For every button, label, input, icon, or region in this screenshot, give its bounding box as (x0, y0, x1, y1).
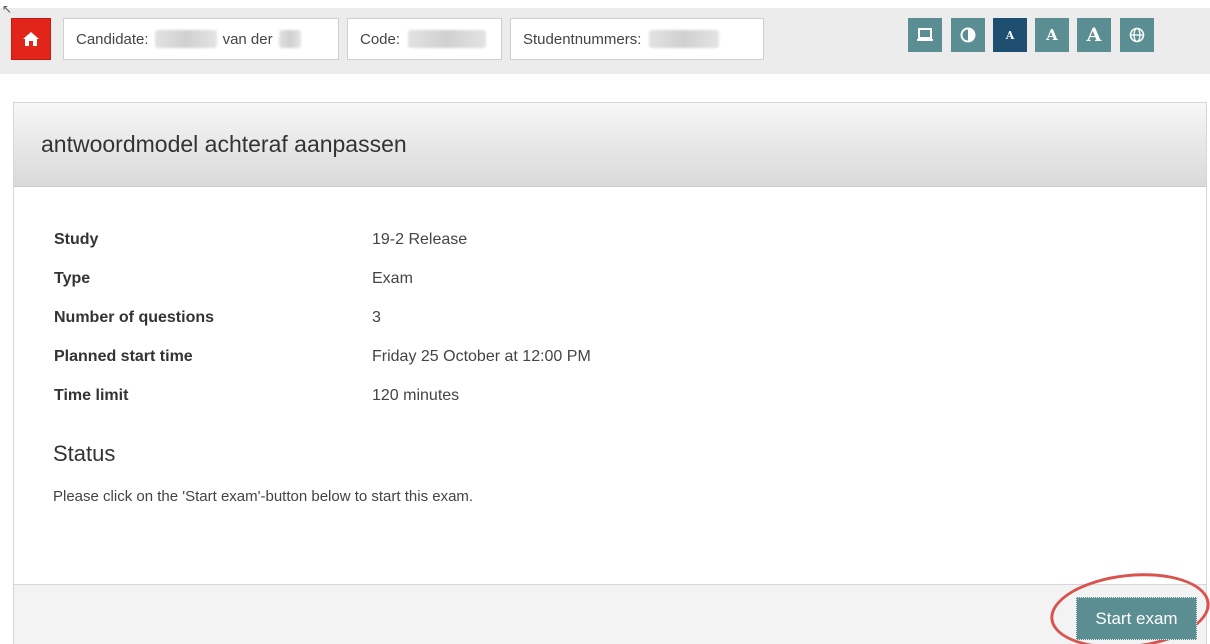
redacted-first-name (154, 30, 217, 48)
status-heading: Status (53, 441, 116, 466)
detail-value: 19-2 Release (372, 231, 468, 248)
detail-row-study: Study 19-2 Release (54, 231, 591, 270)
home-button[interactable] (11, 18, 51, 60)
font-size-large-button[interactable]: A (1077, 18, 1111, 52)
candidate-label: Candidate: (76, 30, 149, 48)
font-size-small-button[interactable]: A (993, 18, 1027, 52)
detail-row-number-of-questions: Number of questions 3 (54, 309, 591, 348)
font-size-small-icon: A (1005, 28, 1015, 42)
detail-row-type: Type Exam (54, 270, 591, 309)
top-bar: ↖ Candidate: van der Code: Studentnummer… (0, 0, 1210, 82)
detail-label: Study (54, 231, 99, 248)
exam-details: Study 19-2 Release Type Exam Number of q… (54, 231, 591, 426)
screen-mode-icon (917, 28, 933, 41)
screen-mode-button[interactable] (908, 18, 942, 52)
detail-value: Exam (372, 270, 413, 287)
exam-panel: antwoordmodel achteraf aanpassen Study 1… (13, 102, 1207, 644)
font-size-medium-button[interactable]: A (1035, 18, 1069, 52)
contrast-button[interactable] (951, 18, 985, 52)
student-number-box: Studentnummers: (510, 18, 764, 60)
panel-footer (14, 584, 1206, 644)
redacted-student-number (649, 30, 720, 48)
detail-label: Type (54, 270, 91, 287)
candidate-name-part: van der (222, 30, 273, 48)
detail-label: Planned start time (54, 348, 193, 365)
redacted-last-name (278, 30, 301, 48)
detail-label: Number of questions (54, 309, 215, 326)
student-number-label: Studentnummers: (523, 30, 642, 48)
globe-icon (1129, 27, 1145, 43)
detail-row-time-limit: Time limit 120 minutes (54, 387, 591, 426)
font-size-large-icon: A (1086, 24, 1102, 46)
font-size-medium-icon: A (1046, 26, 1058, 44)
candidate-box: Candidate: van der (63, 18, 339, 60)
contrast-icon (960, 27, 976, 43)
panel-header: antwoordmodel achteraf aanpassen (14, 103, 1206, 187)
detail-value: 120 minutes (372, 387, 460, 404)
redacted-code (408, 30, 487, 48)
detail-value: 3 (372, 309, 381, 326)
detail-value: Friday 25 October at 12:00 PM (372, 348, 591, 365)
code-label: Code: (360, 30, 401, 48)
mouse-cursor-icon: ↖ (2, 2, 13, 16)
home-icon (23, 32, 39, 46)
code-box: Code: (347, 18, 502, 60)
detail-label: Time limit (54, 387, 129, 404)
exam-title: antwoordmodel achteraf aanpassen (41, 131, 407, 157)
detail-row-planned-start-time: Planned start time Friday 25 October at … (54, 348, 591, 387)
status-message: Please click on the 'Start exam'-button … (53, 488, 474, 505)
start-exam-button[interactable]: Start exam (1076, 597, 1197, 640)
language-button[interactable] (1120, 18, 1154, 52)
